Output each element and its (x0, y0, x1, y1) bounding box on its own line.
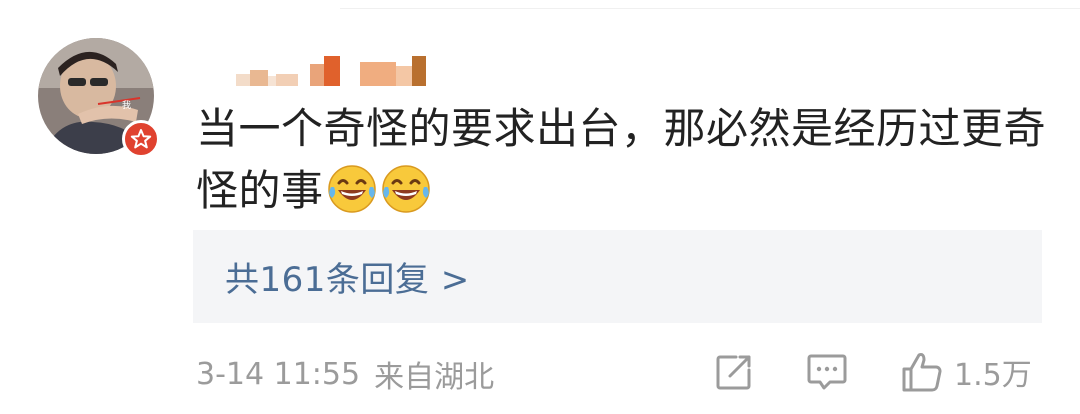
comment-location: 来自湖北 (374, 360, 495, 395)
share-button[interactable] (714, 348, 754, 396)
like-count: 1.5万 (954, 358, 1032, 393)
comment-icon (807, 354, 847, 390)
user-avatar[interactable]: 我 (38, 38, 160, 158)
star-icon (130, 129, 152, 149)
comment-text-line1: 当一个奇怪的要求出台，那必然是经历过更奇 (196, 104, 1047, 153)
username-mosaic[interactable] (236, 52, 426, 86)
like-button[interactable]: 1.5万 (900, 348, 1032, 396)
reply-button[interactable] (806, 348, 848, 396)
view-replies-button[interactable]: 共161条回复 > (193, 230, 1042, 323)
laugh-cry-icon (326, 163, 378, 232)
thumbs-up-icon (902, 353, 942, 392)
comment-meta: 3-14 11:55 来自湖北 (196, 352, 494, 396)
share-icon (716, 355, 751, 390)
comment-timestamp: 3-14 11:55 (196, 356, 361, 392)
verified-badge (122, 120, 160, 158)
comment-body: 当一个奇怪的要求出台，那必然是经历过更奇 怪的事 (196, 98, 1046, 232)
replies-count-label: 共161条回复 > (225, 260, 470, 300)
svg-text:我: 我 (122, 100, 131, 111)
top-divider (340, 0, 1080, 9)
laugh-cry-icon (380, 163, 432, 232)
comment-text-line2: 怪的事 (196, 166, 324, 215)
